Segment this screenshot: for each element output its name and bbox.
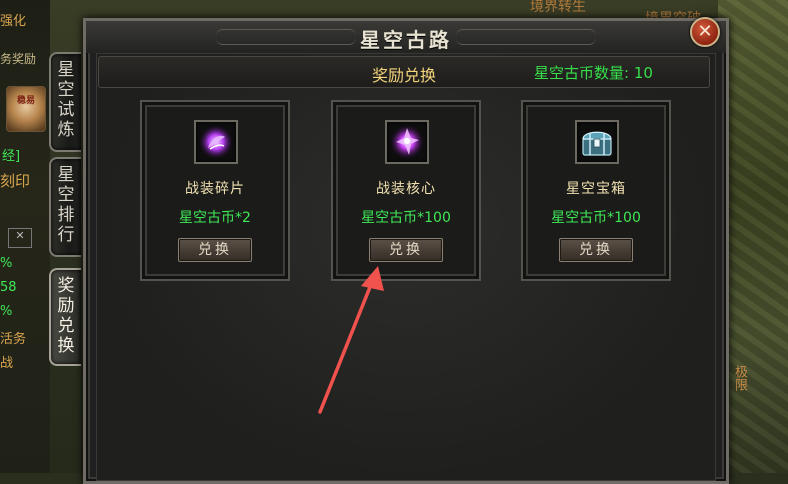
scroll-item-icon: 稳易	[6, 86, 46, 132]
bg-vertical-text: 极限	[732, 365, 747, 391]
bg-side-text: %	[0, 304, 13, 319]
bg-side-text: 刻印	[0, 172, 31, 190]
bg-menu-text: 境界转生	[530, 0, 586, 15]
reward-price: 星空古币*100	[361, 210, 451, 226]
reward-name: 战装碎片	[185, 181, 245, 197]
tab-star-ranking[interactable]: 星空排行	[49, 157, 81, 257]
tab-reward-exchange[interactable]: 奖励兑换	[49, 268, 81, 366]
reward-card: 战装碎片 星空古币*2 兑换	[140, 100, 290, 281]
window-title: 星空古路	[360, 28, 452, 52]
bg-side-text: %	[0, 256, 13, 271]
exchange-button[interactable]: 兑换	[559, 238, 633, 262]
tab-star-trial[interactable]: 星空试炼	[49, 52, 81, 152]
reward-name: 战装核心	[376, 181, 436, 197]
window-titlebar: 星空古路	[86, 21, 726, 53]
treasure-chest-icon	[575, 120, 619, 164]
swords-icon: ✕	[8, 228, 32, 248]
reward-price: 星空古币*2	[179, 210, 251, 226]
bg-side-text: 活务	[0, 332, 27, 347]
bg-side-text: 战	[0, 356, 14, 371]
purple-core-icon	[385, 120, 429, 164]
reward-price: 星空古币*100	[551, 210, 641, 226]
coin-count: 星空古币数量: 10	[534, 64, 653, 82]
bg-side-text: 强化	[0, 14, 27, 29]
bg-side-text: 58	[0, 280, 17, 295]
close-button[interactable]: ✕	[690, 17, 720, 47]
bg-side-text: 务奖励	[0, 52, 37, 66]
reward-card: 星空宝箱 星空古币*100 兑换	[521, 100, 671, 281]
reward-card: 战装核心 星空古币*100 兑换	[331, 100, 481, 281]
exchange-button[interactable]: 兑换	[178, 238, 252, 262]
reward-name: 星空宝箱	[566, 181, 626, 197]
bg-side-text: 经]	[2, 149, 21, 164]
purple-fragment-icon	[194, 120, 238, 164]
exchange-button[interactable]: 兑换	[369, 238, 443, 262]
